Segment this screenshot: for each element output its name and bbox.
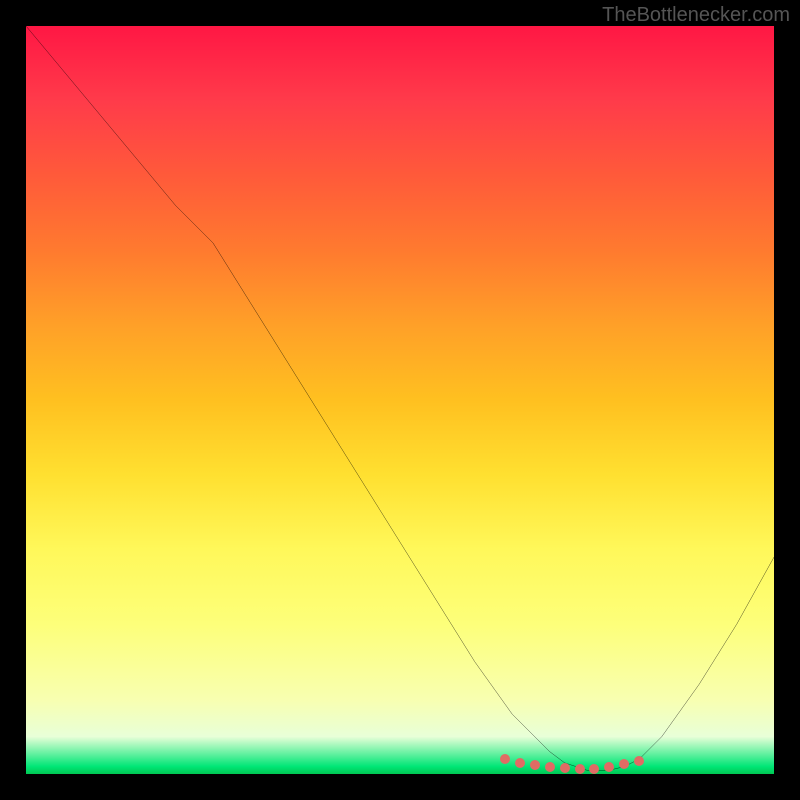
chart-plot-area — [26, 26, 774, 774]
chart-marker-dot — [634, 756, 644, 766]
chart-marker-dot — [575, 764, 585, 774]
watermark-text: TheBottlenecker.com — [602, 4, 790, 27]
chart-marker-layer — [26, 26, 774, 774]
chart-marker-dot — [589, 764, 599, 774]
chart-marker-dot — [560, 763, 570, 773]
chart-marker-dot — [545, 762, 555, 772]
chart-marker-dot — [530, 760, 540, 770]
chart-marker-dot — [604, 762, 614, 772]
chart-marker-dot — [500, 754, 510, 764]
chart-marker-dot — [619, 759, 629, 769]
chart-marker-dot — [515, 758, 525, 768]
